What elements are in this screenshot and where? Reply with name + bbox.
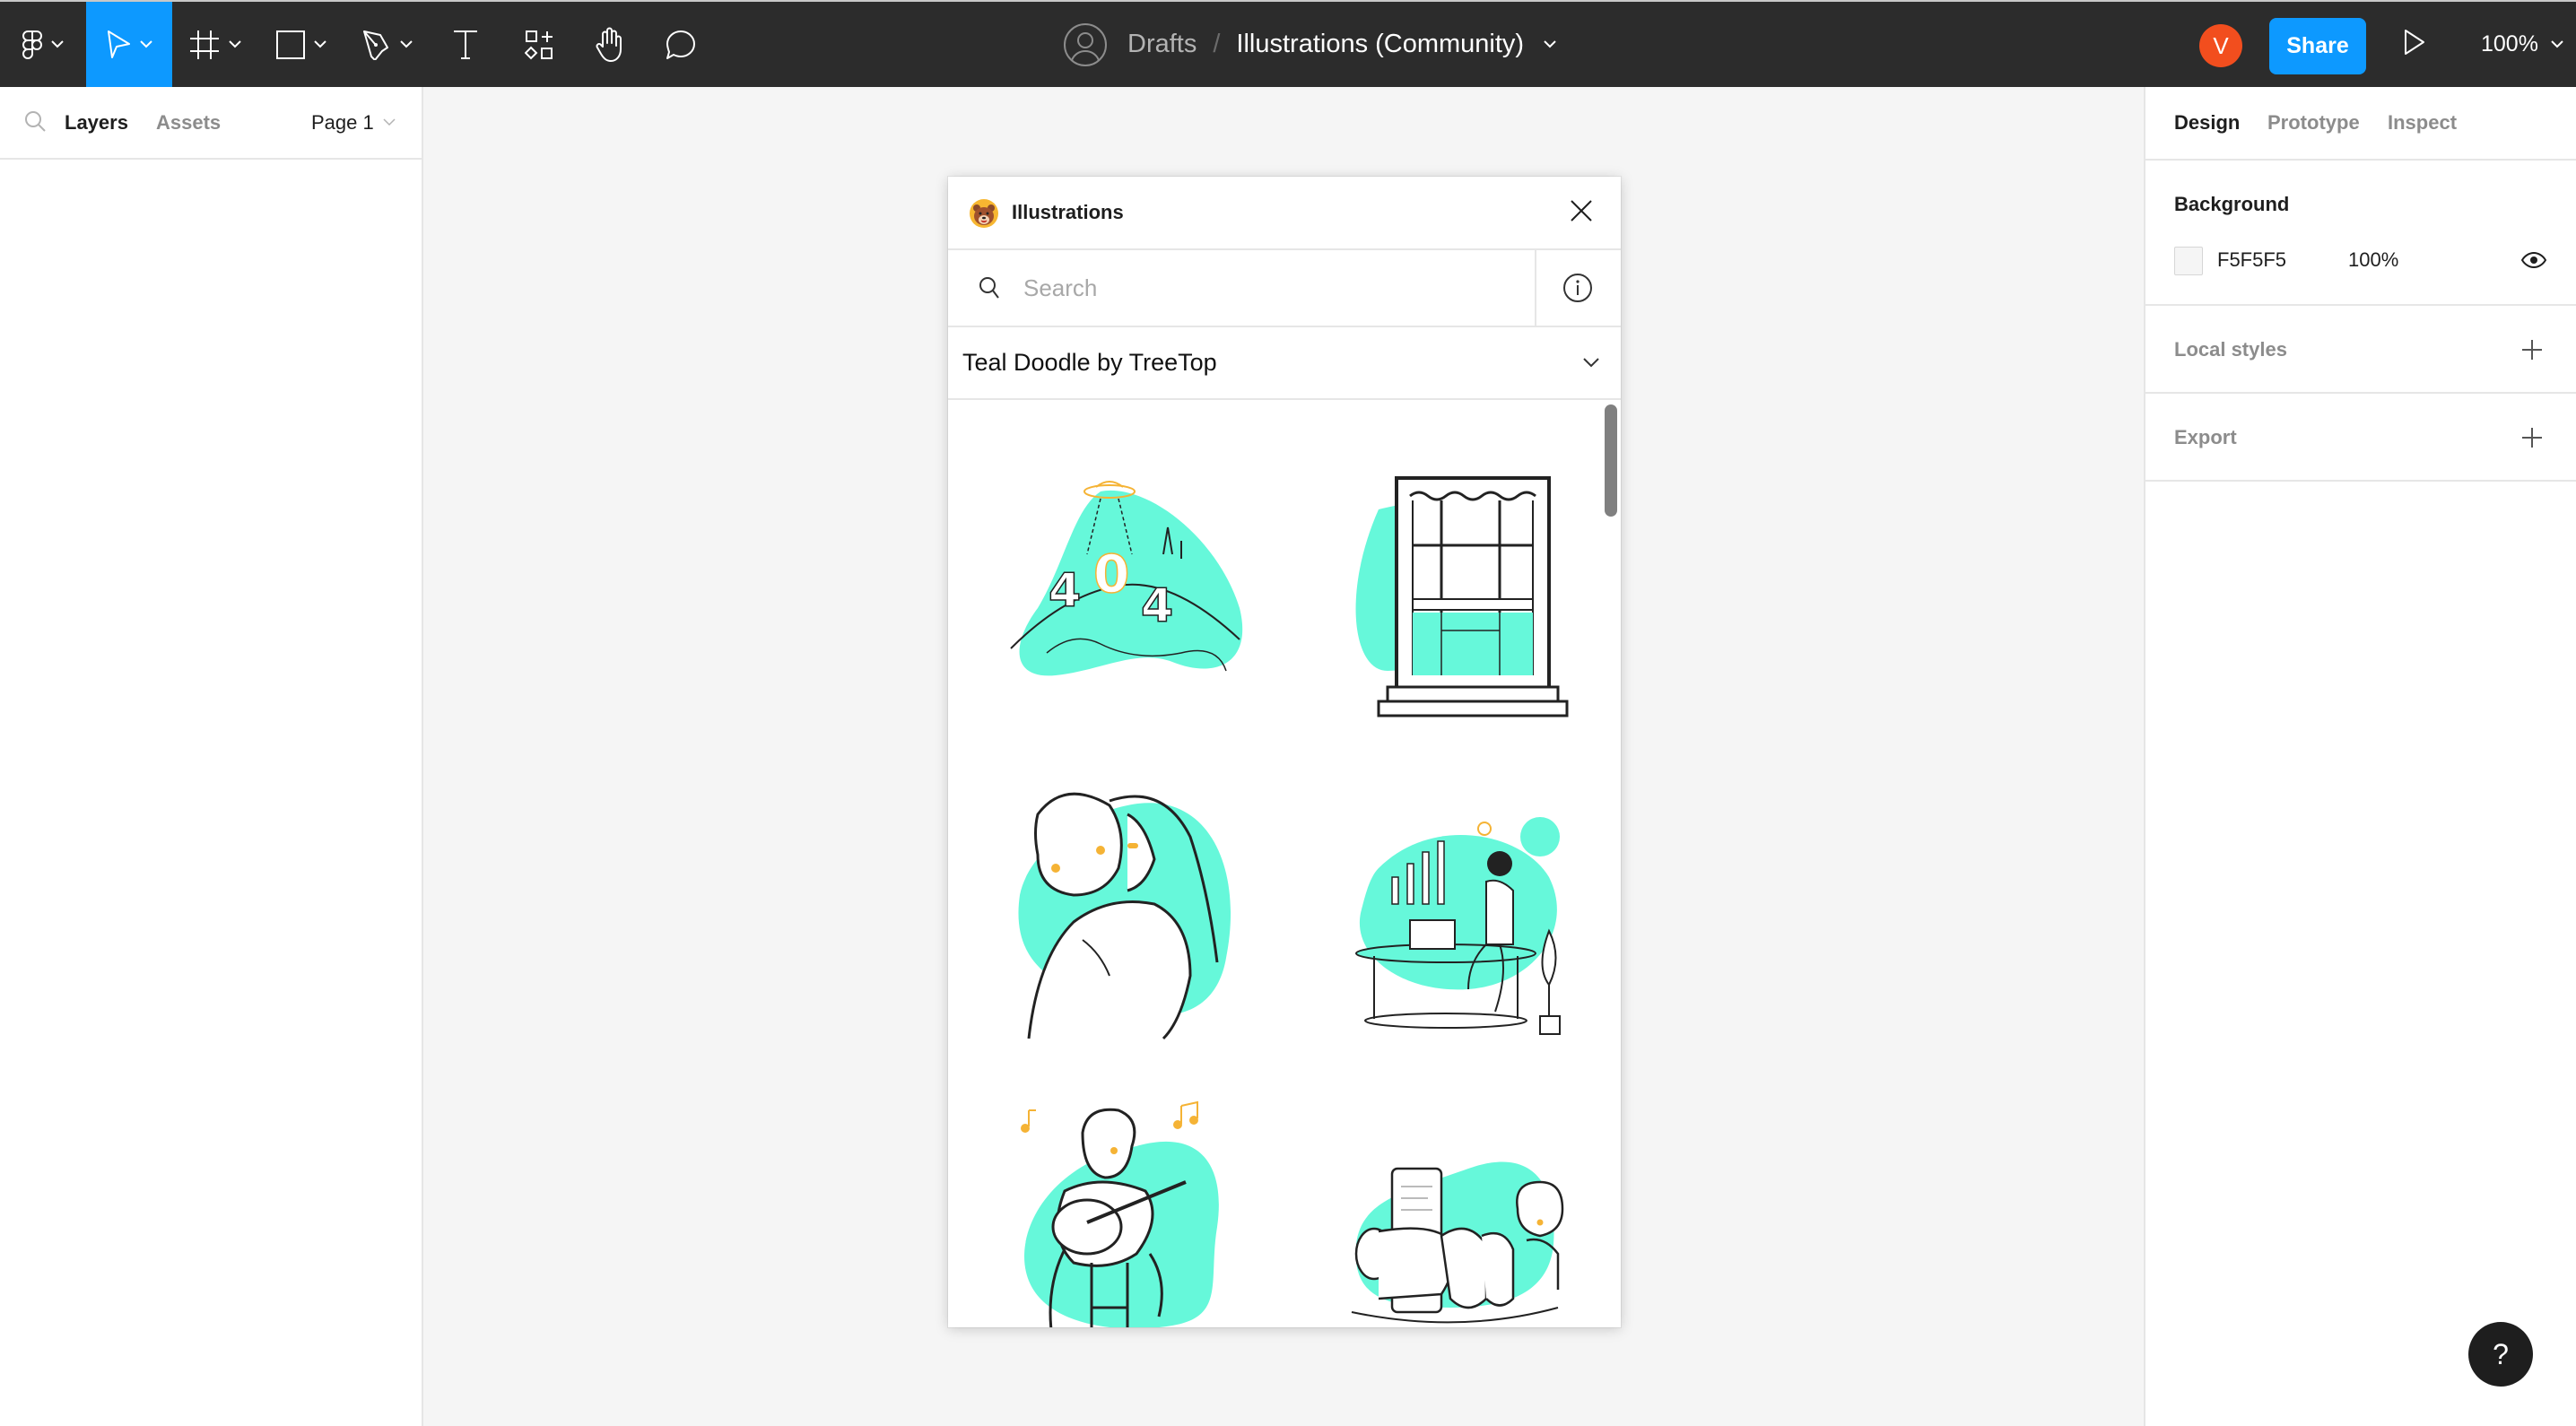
tab-inspect[interactable]: Inspect [2388, 87, 2457, 159]
illustration-guitar[interactable] [993, 1092, 1262, 1327]
search-input[interactable] [1023, 266, 1508, 309]
breadcrumb-team[interactable]: Drafts [1127, 30, 1197, 59]
background-section: Background F5F5F5 100% [2145, 161, 2576, 306]
illustration-404-ufo[interactable]: 4 0 4 [993, 456, 1262, 725]
illustration-grid: 4 0 4 [948, 402, 1621, 1327]
breadcrumb-separator: / [1213, 30, 1221, 58]
background-color-swatch[interactable] [2174, 247, 2203, 275]
close-icon[interactable] [1570, 199, 1593, 222]
local-styles-section: Local styles [2145, 306, 2576, 394]
chevron-down-icon [400, 40, 413, 48]
share-button[interactable]: Share [2269, 18, 2366, 74]
background-title: Background [2174, 193, 2290, 215]
plugin-scrollbar-thumb[interactable] [1605, 404, 1617, 517]
speech-bubble-icon [666, 30, 695, 59]
file-name[interactable]: Illustrations (Community) [1236, 30, 1524, 59]
plus-icon[interactable] [2521, 427, 2543, 448]
components-icon [525, 30, 553, 59]
pack-selector[interactable]: Teal Doodle by TreeTop [948, 327, 1621, 400]
illustration-film-reel[interactable] [1325, 1092, 1594, 1327]
main-menu-button[interactable] [0, 2, 86, 87]
shape-tool-button[interactable] [258, 2, 344, 87]
layers-panel-header: Layers Assets Page 1 [0, 87, 422, 160]
tab-assets[interactable]: Assets [156, 87, 221, 158]
export-title: Export [2174, 426, 2237, 448]
local-styles-title: Local styles [2174, 338, 2287, 361]
eye-icon[interactable] [2521, 252, 2546, 268]
user-avatar[interactable]: V [2199, 24, 2242, 67]
illustrations-plugin-window: Illustrations Teal Doodle by TreeTop 4 0… [948, 177, 1621, 1327]
pen-nib-icon [363, 30, 388, 60]
pen-tool-button[interactable] [344, 2, 431, 87]
svg-text:4: 4 [1049, 564, 1081, 618]
chevron-down-icon [229, 40, 241, 48]
text-t-icon [454, 30, 477, 59]
team-avatar-icon [1064, 22, 1107, 66]
resources-tool-button[interactable] [511, 2, 567, 87]
selected-pack-label: Teal Doodle by TreeTop [962, 349, 1217, 376]
search-field [948, 250, 1536, 326]
figma-logo-icon [22, 30, 42, 59]
illustration-desk-work[interactable] [1325, 778, 1594, 1048]
page-selector[interactable]: Page 1 [311, 87, 396, 158]
search-icon[interactable] [24, 110, 46, 132]
bear-logo-icon [970, 199, 998, 228]
text-tool-button[interactable] [438, 2, 493, 87]
zoom-dropdown[interactable]: 100% [2481, 2, 2563, 87]
tab-layers[interactable]: Layers [65, 87, 128, 158]
plus-icon[interactable] [2521, 339, 2543, 361]
illustration-couple-kiss[interactable] [993, 778, 1262, 1048]
hand-icon [596, 27, 622, 62]
hand-tool-button[interactable] [581, 2, 637, 87]
plugin-title: Illustrations [1012, 201, 1124, 223]
chevron-down-icon [140, 40, 152, 48]
cursor-arrow-icon [108, 30, 130, 58]
chevron-down-icon [1583, 358, 1599, 368]
chevron-down-icon [383, 118, 396, 126]
search-icon [979, 277, 999, 299]
layers-panel: Layers Assets Page 1 [0, 87, 423, 1426]
zoom-level: 100% [2481, 31, 2538, 57]
toolbar: Drafts / Illustrations (Community) V Sha… [0, 2, 2576, 87]
info-button[interactable] [1536, 250, 1619, 326]
chevron-down-icon [314, 40, 326, 48]
help-button[interactable]: ? [2468, 1322, 2533, 1387]
play-icon [2405, 30, 2424, 55]
tab-design[interactable]: Design [2174, 87, 2240, 159]
present-button[interactable] [2404, 27, 2425, 62]
page-name: Page 1 [311, 110, 374, 134]
plugin-search-row [948, 250, 1621, 327]
background-hex-value[interactable]: F5F5F5 [2217, 248, 2286, 272]
chevron-down-icon[interactable] [1544, 40, 1556, 48]
properties-tabs: Design Prototype Inspect [2145, 87, 2576, 161]
file-breadcrumb: Drafts / Illustrations (Community) [1063, 2, 1556, 87]
frame-hash-icon [190, 30, 219, 59]
illustration-window[interactable] [1325, 456, 1594, 725]
comment-tool-button[interactable] [653, 2, 709, 87]
svg-text:4: 4 [1141, 579, 1173, 633]
plugin-header: Illustrations [948, 177, 1621, 250]
export-section: Export [2145, 394, 2576, 482]
chevron-down-icon [2551, 40, 2563, 48]
frame-tool-button[interactable] [172, 2, 258, 87]
background-opacity-value[interactable]: 100% [2348, 248, 2398, 272]
chevron-down-icon [51, 40, 64, 48]
tab-prototype[interactable]: Prototype [2267, 87, 2360, 159]
move-tool-button[interactable] [86, 2, 172, 87]
svg-text:0: 0 [1093, 543, 1129, 604]
rectangle-icon [276, 30, 305, 59]
info-icon [1563, 274, 1592, 302]
properties-panel: Design Prototype Inspect Background F5F5… [2144, 87, 2576, 1426]
